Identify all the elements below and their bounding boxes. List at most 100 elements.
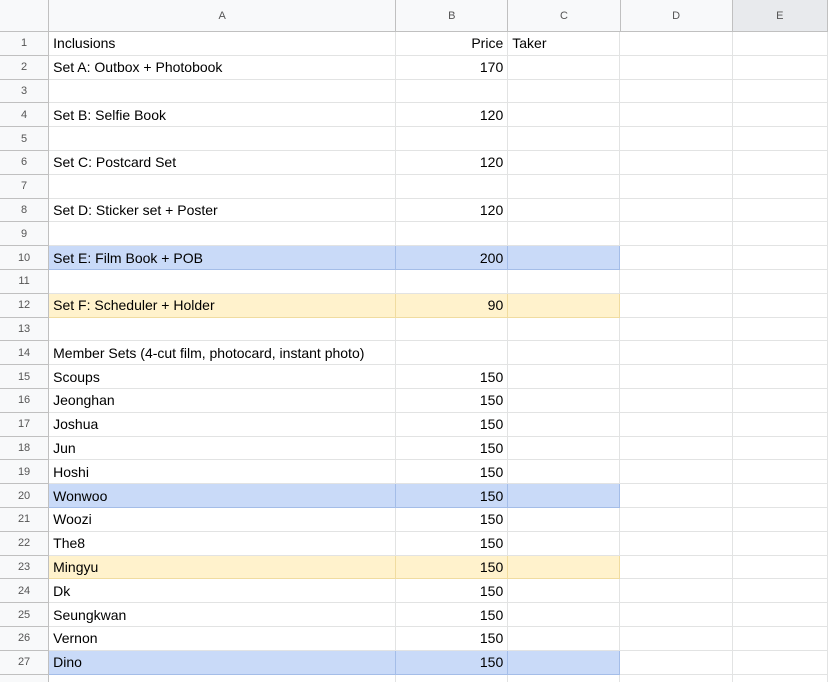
row-header[interactable] [0, 674, 50, 682]
cell-b[interactable] [396, 341, 509, 366]
row-header[interactable]: 10 [0, 246, 50, 270]
cell-b[interactable]: 150 [396, 650, 509, 675]
cell-d[interactable] [620, 412, 733, 437]
cell-a[interactable]: Jeonghan [49, 388, 397, 413]
cell-a[interactable] [49, 269, 397, 294]
cell-e[interactable] [732, 32, 828, 56]
cell-b[interactable]: 120 [396, 150, 509, 175]
row-header[interactable]: 4 [0, 103, 50, 128]
cell-e[interactable] [732, 55, 828, 80]
cell[interactable] [508, 674, 621, 682]
cell-b[interactable] [396, 222, 509, 247]
cell-d[interactable] [620, 341, 733, 366]
cell-b[interactable]: 150 [396, 531, 509, 556]
cell-e[interactable] [732, 341, 828, 366]
cell-c[interactable] [508, 293, 621, 318]
cell-d[interactable] [620, 365, 733, 389]
cell-d[interactable] [620, 174, 733, 199]
cell-e[interactable] [732, 579, 828, 604]
cell-a[interactable]: Wonwoo [49, 484, 397, 508]
cell-c[interactable] [508, 507, 621, 532]
cell-c[interactable] [508, 174, 621, 199]
cell-a[interactable]: Inclusions [49, 32, 397, 56]
row-header[interactable]: 6 [0, 150, 50, 175]
cell-a[interactable]: Set B: Selfie Book [49, 103, 397, 128]
cell-a[interactable]: Joshua [49, 412, 397, 437]
cell-b[interactable] [396, 127, 509, 151]
cell-b[interactable]: Price [396, 32, 509, 56]
cell-a[interactable]: Set E: Film Book + POB [49, 246, 397, 270]
cell-a[interactable] [49, 79, 397, 104]
row-header[interactable]: 21 [0, 507, 50, 532]
cell-c[interactable] [508, 388, 621, 413]
cell-b[interactable]: 150 [396, 626, 509, 651]
cell-c[interactable] [508, 269, 621, 294]
cell-c[interactable] [508, 460, 621, 485]
cell-d[interactable] [620, 484, 733, 508]
cell-e[interactable] [732, 127, 828, 151]
row-header[interactable]: 19 [0, 460, 50, 485]
row-header[interactable]: 8 [0, 198, 50, 223]
column-header-e[interactable]: E [732, 0, 828, 32]
row-header[interactable]: 17 [0, 412, 50, 437]
cell-d[interactable] [620, 246, 733, 270]
cell-e[interactable] [732, 531, 828, 556]
cell-b[interactable]: 90 [396, 293, 509, 318]
cell-d[interactable] [620, 150, 733, 175]
cell-b[interactable] [396, 317, 509, 342]
cell-b[interactable]: 170 [396, 55, 509, 80]
cell-e[interactable] [732, 222, 828, 247]
cell-d[interactable] [620, 531, 733, 556]
cell-e[interactable] [732, 626, 828, 651]
cell-d[interactable] [620, 317, 733, 342]
cell[interactable] [733, 674, 828, 682]
cell-c[interactable] [508, 341, 621, 366]
cell[interactable] [620, 674, 733, 682]
row-header[interactable]: 11 [0, 269, 50, 294]
cell-e[interactable] [732, 198, 828, 223]
cell-e[interactable] [732, 603, 828, 627]
cell[interactable] [396, 674, 509, 682]
cell-c[interactable] [508, 103, 621, 128]
cell-e[interactable] [732, 269, 828, 294]
row-header[interactable]: 12 [0, 293, 50, 318]
column-header-c[interactable]: C [508, 0, 621, 32]
cell-a[interactable]: Dk [49, 579, 397, 604]
cell-a[interactable]: Jun [49, 436, 397, 461]
cell-b[interactable]: 150 [396, 603, 509, 627]
cell-d[interactable] [620, 127, 733, 151]
cell-c[interactable] [508, 222, 621, 247]
cell-e[interactable] [732, 436, 828, 461]
cell-b[interactable]: 150 [396, 484, 509, 508]
cell-b[interactable]: 150 [396, 412, 509, 437]
cell-e[interactable] [732, 150, 828, 175]
column-header-a[interactable]: A [49, 0, 397, 32]
cell-e[interactable] [732, 388, 828, 413]
cell-e[interactable] [732, 507, 828, 532]
cell-e[interactable] [732, 555, 828, 580]
cell-a[interactable]: Woozi [49, 507, 397, 532]
cell-a[interactable]: Set D: Sticker set + Poster [49, 198, 397, 223]
cell-a[interactable]: Vernon [49, 626, 397, 651]
cell-d[interactable] [620, 555, 733, 580]
cell-b[interactable]: 150 [396, 365, 509, 389]
cell-d[interactable] [620, 388, 733, 413]
cell-d[interactable] [620, 198, 733, 223]
cell-a[interactable]: Scoups [49, 365, 397, 389]
cell-b[interactable]: 200 [396, 246, 509, 270]
cell-d[interactable] [620, 507, 733, 532]
cell-e[interactable] [732, 79, 828, 104]
cell-c[interactable] [508, 531, 621, 556]
cell-d[interactable] [620, 626, 733, 651]
cell-c[interactable] [508, 412, 621, 437]
cell-d[interactable] [620, 55, 733, 80]
row-header[interactable]: 2 [0, 55, 50, 80]
cell-d[interactable] [620, 79, 733, 104]
row-header[interactable]: 7 [0, 174, 50, 199]
cell-c[interactable] [508, 365, 621, 389]
cell-d[interactable] [620, 222, 733, 247]
row-header[interactable]: 20 [0, 484, 50, 508]
row-header[interactable]: 5 [0, 127, 50, 151]
cell-b[interactable] [396, 79, 509, 104]
cell-a[interactable]: Dino [49, 650, 397, 675]
